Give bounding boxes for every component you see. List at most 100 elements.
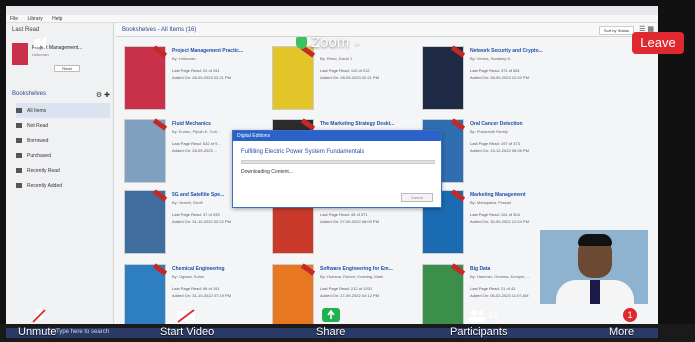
book-title[interactable]: Chemical Engineering	[172, 266, 225, 272]
book-added-on: Added On: 28-09-2023 ...	[172, 148, 218, 153]
shelf-recently-read[interactable]: Recently Read	[16, 163, 110, 178]
new-ribbon	[300, 118, 316, 131]
participants-count: 42	[488, 310, 499, 320]
shelf-not-read[interactable]: Not Read	[16, 118, 110, 133]
book-added-on: Added On: 19-12-2022 06:05 PM	[470, 148, 529, 153]
sort-select[interactable]: Sort by Status	[598, 26, 634, 35]
shelf-label: Recently Added	[27, 182, 63, 189]
taskbar-search[interactable]: Type here to search	[56, 329, 109, 335]
menu-library[interactable]: Library	[27, 16, 42, 22]
menu-file[interactable]: File	[10, 16, 18, 22]
book-last-page: Last Page Read: 532 of 9...	[172, 141, 221, 146]
participants-icon[interactable]	[468, 310, 486, 322]
shelf-all-items[interactable]: All Items	[16, 103, 110, 118]
book-added-on: Added On: 31-10-2022 07:19 PM	[172, 293, 231, 298]
book-title[interactable]: Project Management Practic...	[172, 48, 243, 54]
book-title[interactable]: The Marketing Strategy Deskt...	[320, 121, 394, 127]
menu-help[interactable]: Help	[52, 16, 62, 22]
new-ribbon	[450, 263, 466, 276]
main-header: Bookshelves - All Items (16) Sort by Sta…	[116, 23, 658, 37]
bookshelves-header: Bookshelves ⚙ ✚	[12, 91, 110, 99]
book-title[interactable]: Marketing Management	[470, 192, 526, 198]
zoom-title[interactable]: Zoom ⌄	[296, 34, 361, 51]
book-author: By: Verma, Sandeep K.	[470, 56, 512, 61]
book-added-on: Added On: 31-10-2022 02:22 PM	[172, 219, 231, 224]
shelf-icon	[16, 168, 22, 173]
book-author: By: Ogawa, Kohei	[172, 274, 205, 279]
book-title[interactable]: 5G and Satellite Spe...	[172, 192, 224, 198]
new-ribbon	[450, 45, 466, 58]
book-cover[interactable]	[124, 118, 168, 183]
sidebar: Last Read Project Management... Unknown …	[6, 23, 114, 324]
more-button[interactable]: More	[609, 326, 634, 338]
mic-muted-icon[interactable]	[32, 308, 46, 324]
dialog-titlebar: Digital Editions	[233, 131, 441, 141]
book-cover[interactable]	[272, 45, 316, 110]
leave-button[interactable]: Leave	[632, 32, 684, 54]
book-last-page: Last Page Read: 151 of 304	[470, 212, 520, 217]
book-item[interactable]: Project Management Practic... By: Unknown…	[124, 45, 274, 118]
last-read-cover	[12, 43, 28, 65]
book-last-page: Last Page Read: 37 of 333	[172, 212, 220, 217]
bookshelves-title: Bookshelves	[12, 91, 47, 97]
share-icon[interactable]	[322, 308, 340, 322]
read-button[interactable]: Read	[54, 65, 80, 72]
book-author: By: Hammer, Gemma, Kemper, ...	[470, 274, 531, 279]
shelf-icon	[16, 138, 22, 143]
new-ribbon	[152, 263, 168, 276]
dialog-title: Fulfilling Electric Power System Fundame…	[241, 149, 365, 155]
book-added-on: Added On: 28-09-2023 02:21 PM	[320, 75, 379, 80]
book-last-page: Last Page Read: 371 of 581	[470, 68, 520, 73]
chevron-down-icon: ⌄	[353, 37, 361, 47]
more-dots-icon[interactable]: ···	[612, 312, 622, 323]
unmute-button[interactable]: Unmute	[18, 326, 57, 338]
shelf-label: Purchased	[27, 152, 51, 159]
video-off-icon[interactable]	[176, 309, 196, 323]
more-badge: 1	[623, 308, 637, 322]
book-last-page: Last Page Read: 96 of 191	[172, 286, 220, 291]
shield-icon	[296, 36, 307, 49]
book-cover[interactable]	[422, 263, 466, 324]
book-cover[interactable]	[124, 189, 168, 254]
new-ribbon	[450, 189, 466, 202]
book-title[interactable]: Fluid Mechanics	[172, 121, 211, 127]
shelf-recently-added[interactable]: Recently Added	[16, 178, 110, 193]
share-button[interactable]: Share	[316, 326, 345, 338]
book-last-page: Last Page Read: 45 of 371	[320, 212, 368, 217]
shelf-icon	[16, 183, 22, 188]
book-item[interactable]: Oral Cancer Detection By: Prashanth Reddy…	[422, 118, 572, 191]
participant-tie	[590, 280, 600, 304]
cancel-button[interactable]: Cancel	[401, 193, 433, 202]
page-title: Bookshelves - All Items (16)	[122, 27, 197, 33]
participant-video[interactable]	[540, 230, 648, 304]
zoom-label: Zoom	[311, 34, 350, 51]
shelf-label: Not Read	[27, 122, 49, 129]
book-added-on: Added On: 28-09-2023 02:21 PM	[172, 75, 231, 80]
book-item[interactable]: Chemical Engineering By: Ogawa, Kohei Last…	[124, 263, 274, 324]
book-author: By: Kundu, Pijush K, Coh...	[172, 129, 221, 134]
book-item[interactable]: Software Engineering for Em... By: Oshana…	[272, 263, 422, 324]
bookshelf-actions[interactable]: ⚙ ✚	[96, 91, 110, 99]
participants-button[interactable]: Participants	[450, 326, 507, 338]
book-cover[interactable]	[124, 263, 168, 324]
speaker-icon[interactable]	[34, 36, 52, 50]
book-item[interactable]: By: Reed, David J. Last Page Read: 110 of…	[272, 45, 422, 118]
book-added-on: Added On: 30-09-2022 12:24 PM	[470, 219, 529, 224]
book-title[interactable]: Software Engineering for Em...	[320, 266, 393, 272]
start-video-button[interactable]: Start Video	[160, 326, 214, 338]
shelf-icon	[16, 153, 22, 158]
book-cover[interactable]	[124, 45, 168, 110]
menu-bar: File Library Help	[6, 15, 658, 23]
book-cover[interactable]	[422, 45, 466, 110]
book-title[interactable]: Oral Cancer Detection	[470, 121, 523, 127]
book-cover[interactable]	[272, 263, 316, 324]
book-title[interactable]: Big Data	[470, 266, 490, 272]
new-ribbon	[152, 45, 168, 58]
bookshelf-list: All Items Not Read Borrowed Purchased Re…	[16, 103, 110, 193]
book-author: By: Prashanth Reddy	[470, 129, 508, 134]
new-ribbon	[300, 263, 316, 276]
book-item[interactable]: Network Security and Crypto... By: Verma,…	[422, 45, 572, 118]
book-title[interactable]: Network Security and Crypto...	[470, 48, 543, 54]
shelf-borrowed[interactable]: Borrowed	[16, 133, 110, 148]
shelf-purchased[interactable]: Purchased	[16, 148, 110, 163]
